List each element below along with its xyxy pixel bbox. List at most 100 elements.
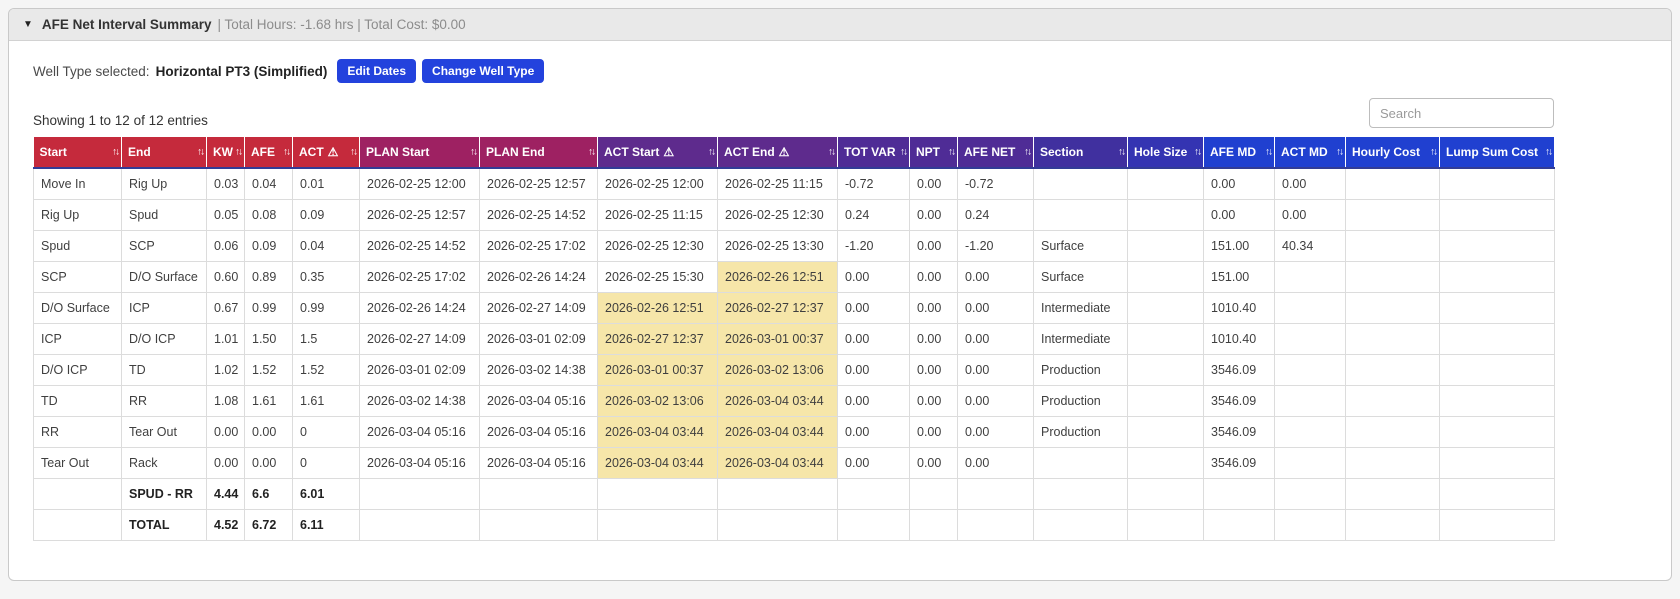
column-header-act-end[interactable]: ACT End ⚠ ↑↓ [717,137,838,169]
cell-afe: 6.72 [244,509,293,541]
cell-hole-size [1127,261,1204,293]
cell-act: 1.61 [292,385,360,417]
sort-icon[interactable]: ↑↓ [350,147,358,158]
column-header-section[interactable]: Section ↑↓ [1033,137,1128,169]
column-header-act-start[interactable]: ACT Start ⚠ ↑↓ [597,137,718,169]
sort-icon[interactable]: ↑↓ [1118,147,1126,158]
cell-afe: 0.89 [244,261,293,293]
cell-act-md [1274,478,1346,510]
column-header-kw[interactable]: KW ↑↓ [206,137,245,169]
column-header-npt[interactable]: NPT ↑↓ [909,137,958,169]
cell-afe-net: -0.72 [957,167,1034,200]
cell-hole-size [1127,199,1204,231]
cell-hourly-cost [1345,478,1440,510]
sort-icon[interactable]: ↑↓ [948,147,956,158]
cell-plan-end: 2026-02-25 12:57 [479,167,598,200]
cell-plan-end: 2026-03-04 05:16 [479,416,598,448]
cell-act-md [1274,354,1346,386]
cell-act-start: 2026-03-04 03:44 [597,447,718,479]
cell-section [1033,478,1128,510]
sort-icon[interactable]: ↑↓ [1194,147,1202,158]
column-header-hourly-cost[interactable]: Hourly Cost ↑↓ [1345,137,1440,169]
cell-afe-net: 0.00 [957,447,1034,479]
cell-lump-sum-cost [1439,447,1555,479]
sort-icon[interactable]: ↑↓ [112,147,120,158]
cell-start: D/O Surface [33,292,122,324]
column-header-afe-net[interactable]: AFE NET ↑↓ [957,137,1034,169]
column-header-afe-md[interactable]: AFE MD ↑↓ [1203,137,1275,169]
cell-afe: 0.08 [244,199,293,231]
cell-plan-start: 2026-03-04 05:16 [359,447,480,479]
sort-icon[interactable]: ↑↓ [1336,147,1344,158]
cell-afe-net [957,478,1034,510]
warning-icon: ⚠ [778,145,790,159]
change-well-type-button[interactable]: Change Well Type [422,59,545,83]
sort-icon[interactable]: ↑↓ [1265,147,1273,158]
cell-npt: 0.00 [909,323,958,355]
cell-section [1033,509,1128,541]
cell-kw: 0.06 [206,230,245,262]
cell-lump-sum-cost [1439,167,1555,200]
column-header-end[interactable]: End ↑↓ [121,137,207,169]
cell-plan-start: 2026-02-25 17:02 [359,261,480,293]
cell-plan-start: 2026-02-25 12:57 [359,199,480,231]
column-header-hole-size[interactable]: Hole Size ↑↓ [1127,137,1204,169]
afe-summary-panel: ▼ AFE Net Interval Summary | Total Hours… [8,8,1672,581]
cell-act-md: 40.34 [1274,230,1346,262]
cell-kw: 0.05 [206,199,245,231]
entries-info: Showing 1 to 12 of 12 entries [33,113,208,128]
cell-kw: 0.67 [206,292,245,324]
sort-icon[interactable]: ↑↓ [708,147,716,158]
column-header-label: KW [213,145,233,159]
sort-icon[interactable]: ↑↓ [588,147,596,158]
cell-act-start: 2026-02-25 12:00 [597,167,718,200]
table-row: Move In Rig Up 0.03 0.04 0.01 2026-02-25 12:0… [33,167,1555,200]
table-row: Spud SCP 0.06 0.09 0.04 2026-02-25 14:52 2026-… [33,230,1555,262]
cell-npt: 0.00 [909,230,958,262]
cell-start [33,478,122,510]
sort-icon[interactable]: ↑↓ [197,147,205,158]
cell-hourly-cost [1345,230,1440,262]
cell-act-end: 2026-02-26 12:51 [717,261,838,293]
column-header-act-md[interactable]: ACT MD ↑↓ [1274,137,1346,169]
cell-npt [909,478,958,510]
sort-icon[interactable]: ↑↓ [828,147,836,158]
sort-icon[interactable]: ↑↓ [235,147,243,158]
panel-header[interactable]: ▼ AFE Net Interval Summary | Total Hours… [9,9,1671,41]
summary-row: SPUD - RR 4.44 6.6 6.01 [33,478,1555,510]
search-input[interactable] [1369,98,1554,128]
cell-section: Surface [1033,261,1128,293]
cell-hole-size [1127,509,1204,541]
cell-act-start: 2026-02-26 12:51 [597,292,718,324]
edit-dates-button[interactable]: Edit Dates [337,59,417,83]
cell-act-md [1274,292,1346,324]
column-header-tot-var[interactable]: TOT VAR ↑↓ [837,137,910,169]
cell-start: TD [33,385,122,417]
cell-plan-end: 2026-03-04 05:16 [479,447,598,479]
sort-icon[interactable]: ↑↓ [900,147,908,158]
cell-kw: 4.52 [206,509,245,541]
sort-icon[interactable]: ↑↓ [1430,147,1438,158]
sort-icon[interactable]: ↑↓ [470,147,478,158]
sort-icon[interactable]: ↑↓ [1024,147,1032,158]
cell-act-start: 2026-02-25 15:30 [597,261,718,293]
sort-icon[interactable]: ↑↓ [283,147,291,158]
column-header-plan-end[interactable]: PLAN End ↑↓ [479,137,598,169]
cell-section [1033,447,1128,479]
column-header-start[interactable]: Start ↑↓ [33,137,122,169]
cell-tot-var: 0.00 [837,385,910,417]
cell-afe-net: 0.00 [957,385,1034,417]
column-header-lump-sum-cost[interactable]: Lump Sum Cost ↑↓ [1439,137,1555,169]
column-header-afe[interactable]: AFE ↑↓ [244,137,293,169]
cell-lump-sum-cost [1439,323,1555,355]
sort-icon[interactable]: ↑↓ [1545,147,1553,158]
cell-lump-sum-cost [1439,230,1555,262]
cell-tot-var: -0.72 [837,167,910,200]
column-header-plan-start[interactable]: PLAN Start ↑↓ [359,137,480,169]
column-header-label: ACT MD [1281,145,1328,159]
collapse-caret-icon[interactable]: ▼ [23,19,33,30]
cell-act-md [1274,323,1346,355]
cell-plan-end: 2026-02-26 14:24 [479,261,598,293]
cell-end: D/O Surface [121,261,207,293]
column-header-act[interactable]: ACT ⚠ ↑↓ [292,137,360,169]
